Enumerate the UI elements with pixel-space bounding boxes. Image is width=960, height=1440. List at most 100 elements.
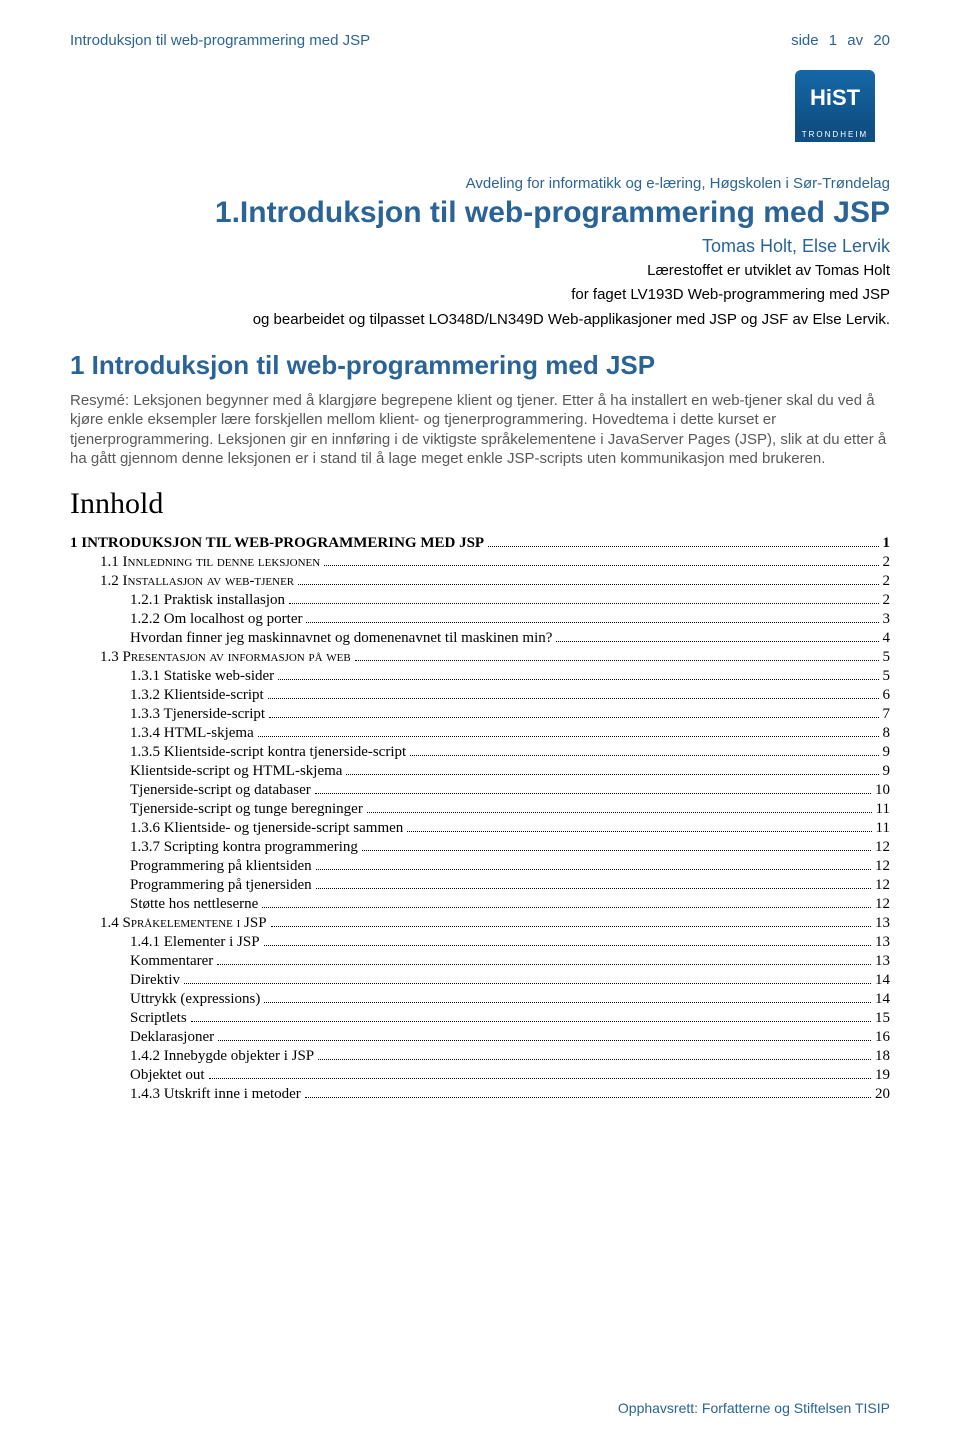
toc-row: 1.4.2 Innebygde objekter i JSP 18	[70, 1048, 890, 1065]
logo-subtext: TRONDHEIM	[795, 126, 875, 142]
toc-leader-dots	[306, 622, 878, 623]
authors: Tomas Holt, Else Lervik	[70, 236, 890, 257]
toc-leader-dots	[278, 679, 878, 680]
toc-leader-dots	[407, 831, 871, 832]
toc-label: Tjenerside-script og tunge beregninger	[130, 801, 363, 818]
toc-leader-dots	[268, 698, 879, 699]
attribution-line-3: og bearbeidet og tilpasset LO348D/LN349D…	[70, 310, 890, 330]
toc-label: 1.2.1 Praktisk installasjon	[130, 592, 285, 609]
toc-page-number: 14	[875, 991, 890, 1008]
toc-label: 1.3.3 Tjenerside-script	[130, 706, 265, 723]
toc-page-number: 9	[883, 763, 891, 780]
toc-row: 1.3 Presentasjon av informasjon på web 5	[70, 649, 890, 666]
toc-leader-dots	[271, 926, 871, 927]
toc-leader-dots	[289, 603, 879, 604]
toc-page-number: 13	[875, 934, 890, 951]
toc-page-number: 5	[883, 649, 891, 666]
toc-leader-dots	[217, 964, 871, 965]
toc-label: Objektet out	[130, 1067, 205, 1084]
toc-leader-dots	[324, 565, 878, 566]
toc-leader-dots	[218, 1040, 871, 1041]
toc-label: Programmering på tjenersiden	[130, 877, 312, 894]
toc-page-number: 7	[883, 706, 891, 723]
toc-row: Programmering på klientsiden 12	[70, 858, 890, 875]
toc-page-number: 12	[875, 877, 890, 894]
toc-leader-dots	[209, 1078, 871, 1079]
toc-label: 1.4.1 Elementer i JSP	[130, 934, 260, 951]
toc-page-number: 6	[883, 687, 891, 704]
toc-label: 1.4 Språkelementene i JSP	[100, 915, 267, 932]
toc-label: 1.3.1 Statiske web-sider	[130, 668, 274, 685]
toc-page-number: 20	[875, 1086, 890, 1103]
toc-row: Tjenerside-script og tunge beregninger 1…	[70, 801, 890, 818]
toc-label: Direktiv	[130, 972, 180, 989]
toc-page-number: 13	[875, 953, 890, 970]
toc-row: 1.3.3 Tjenerside-script 7	[70, 706, 890, 723]
toc-label: 1.3 Presentasjon av informasjon på web	[100, 649, 351, 666]
toc-leader-dots	[316, 888, 871, 889]
toc-row: Scriptlets 15	[70, 1010, 890, 1027]
toc-page-number: 11	[876, 820, 890, 837]
toc-leader-dots	[191, 1021, 871, 1022]
toc-leader-dots	[346, 774, 878, 775]
toc-leader-dots	[264, 945, 871, 946]
toc-leader-dots	[362, 850, 871, 851]
toc-label: 1.3.5 Klientside-script kontra tjenersid…	[130, 744, 406, 761]
toc-row: 1.4 Språkelementene i JSP 13	[70, 915, 890, 932]
toc-label: 1.3.6 Klientside- og tjenerside-script s…	[130, 820, 403, 837]
toc-page-number: 12	[875, 896, 890, 913]
toc-heading: Innhold	[70, 487, 890, 521]
toc-page-number: 11	[876, 801, 890, 818]
toc-row: Tjenerside-script og databaser 10	[70, 782, 890, 799]
toc-row: 1.2 Installasjon av web-tjener 2	[70, 573, 890, 590]
toc-page-number: 2	[883, 573, 891, 590]
toc-label: 1.4.2 Innebygde objekter i JSP	[130, 1048, 314, 1065]
toc-leader-dots	[258, 736, 879, 737]
toc-row: Kommentarer 13	[70, 953, 890, 970]
byline: Avdeling for informatikk og e-læring, Hø…	[70, 175, 890, 192]
toc-label: Programmering på klientsiden	[130, 858, 312, 875]
toc-row: 1.4.1 Elementer i JSP 13	[70, 934, 890, 951]
toc-row: 1.3.6 Klientside- og tjenerside-script s…	[70, 820, 890, 837]
toc-leader-dots	[316, 869, 871, 870]
toc-page-number: 4	[883, 630, 891, 647]
toc-page-number: 1	[883, 535, 891, 552]
toc-label: Uttrykk (expressions)	[130, 991, 260, 1008]
toc-row: Klientside-script og HTML-skjema 9	[70, 763, 890, 780]
toc-label: Deklarasjoner	[130, 1029, 214, 1046]
toc-label: Støtte hos nettleserne	[130, 896, 258, 913]
attribution-line-2: for faget LV193D Web-programmering med J…	[70, 285, 890, 305]
toc-page-number: 14	[875, 972, 890, 989]
toc-leader-dots	[556, 641, 878, 642]
resume-paragraph: Resymé: Leksjonen begynner med å klargjø…	[70, 391, 890, 469]
toc-label: Tjenerside-script og databaser	[130, 782, 311, 799]
toc-page-number: 16	[875, 1029, 890, 1046]
toc-page-number: 13	[875, 915, 890, 932]
toc-row: 1.2.1 Praktisk installasjon 2	[70, 592, 890, 609]
header-av-label: av	[847, 32, 863, 49]
toc-label: Kommentarer	[130, 953, 213, 970]
toc-label: 1.3.7 Scripting kontra programmering	[130, 839, 358, 856]
toc-leader-dots	[262, 907, 871, 908]
header-pagination: side 1 av 20	[785, 32, 890, 49]
toc-page-number: 18	[875, 1048, 890, 1065]
toc-page-number: 8	[883, 725, 891, 742]
toc-leader-dots	[298, 584, 878, 585]
attribution-line-1: Lærestoffet er utviklet av Tomas Holt	[70, 261, 890, 281]
toc-row: 1.2.2 Om localhost og porter 3	[70, 611, 890, 628]
toc-page-number: 10	[875, 782, 890, 799]
section-heading: 1 Introduksjon til web-programmering med…	[70, 350, 890, 381]
toc-row: 1.1 Innledning til denne leksjonen 2	[70, 554, 890, 571]
page-header: Introduksjon til web-programmering med J…	[70, 32, 890, 49]
toc-row: Hvordan finner jeg maskinnavnet og domen…	[70, 630, 890, 647]
toc-leader-dots	[410, 755, 878, 756]
toc-page-number: 12	[875, 839, 890, 856]
toc-row: 1.3.2 Klientside-script 6	[70, 687, 890, 704]
header-side-label: side	[791, 32, 819, 49]
hist-logo: HiST TRONDHEIM	[780, 61, 890, 151]
toc-page-number: 3	[883, 611, 891, 628]
toc-page-number: 5	[883, 668, 891, 685]
copyright-footer: Opphavsrett: Forfatterne og Stiftelsen T…	[618, 1400, 890, 1416]
toc-row: Deklarasjoner 16	[70, 1029, 890, 1046]
toc-label: 1.1 Innledning til denne leksjonen	[100, 554, 320, 571]
